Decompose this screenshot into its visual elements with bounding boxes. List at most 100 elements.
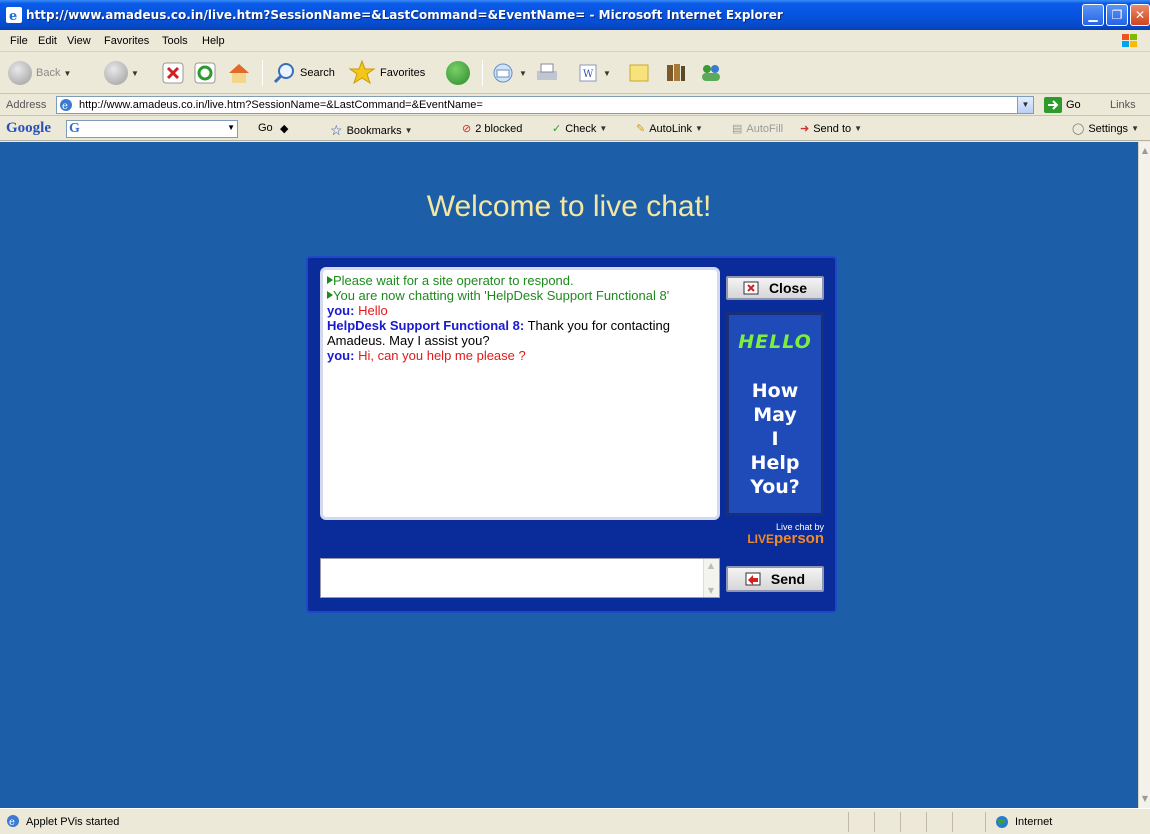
- chat-transcript[interactable]: Please wait for a site operator to respo…: [320, 267, 720, 520]
- edit-word-button[interactable]: W ▼: [578, 57, 611, 89]
- page-content: Welcome to live chat! Please wait for a …: [0, 142, 1138, 808]
- hello-banner: HELLO How May I Help You?: [726, 312, 824, 516]
- google-toolbar: Google G ▼ Go ◆ ☆ Bookmarks ▼ ⊘ 2 blocked ✓…: [0, 117, 1150, 141]
- go-button[interactable]: Go: [1044, 97, 1081, 113]
- google-g-icon: G: [69, 121, 80, 136]
- maximize-button[interactable]: ❐: [1106, 4, 1128, 26]
- home-button[interactable]: [226, 57, 252, 89]
- close-chat-button[interactable]: Close: [726, 276, 824, 300]
- printer-icon: [537, 63, 557, 80]
- chevron-down-icon: ▼: [599, 124, 608, 133]
- autofill-icon: ▤: [732, 123, 743, 135]
- page-title: Welcome to live chat!: [426, 190, 712, 223]
- chevron-down-icon: ▼: [404, 126, 413, 135]
- search-icon: [273, 63, 294, 84]
- close-window-button[interactable]: ✕: [1130, 4, 1150, 26]
- note-icon: [629, 64, 649, 82]
- chevron-down-icon: ▼: [63, 68, 72, 78]
- links-button[interactable]: Links: [1110, 99, 1136, 111]
- mail-button[interactable]: ▼: [490, 57, 527, 89]
- menu-file[interactable]: File: [10, 35, 28, 47]
- minimize-button[interactable]: ▁: [1082, 4, 1104, 26]
- menu-favorites[interactable]: Favorites: [104, 35, 149, 47]
- list-item: Please wait for a site operator to respo…: [327, 273, 713, 288]
- menu-help[interactable]: Help: [202, 35, 225, 47]
- scroll-down-icon: ▼: [707, 586, 715, 595]
- chevron-down-icon: ▼: [603, 68, 611, 78]
- ie-icon: e: [6, 7, 22, 23]
- list-item: you: Hello: [327, 303, 388, 318]
- address-input[interactable]: e http://www.amadeus.co.in/live.htm?Sess…: [56, 96, 1034, 114]
- word-icon: W: [579, 64, 597, 82]
- ie-page-icon: e: [60, 99, 72, 112]
- ie-page-icon: e: [7, 815, 19, 828]
- print-button[interactable]: [534, 57, 560, 89]
- back-button[interactable]: Back ▼: [8, 57, 71, 89]
- menu-bar: File Edit View Favorites Tools Help: [0, 30, 1150, 52]
- scroll-down-icon[interactable]: ▼: [1139, 792, 1150, 806]
- menu-tools[interactable]: Tools: [162, 35, 188, 47]
- search-button[interactable]: Search: [272, 57, 335, 89]
- send-button[interactable]: Send: [726, 566, 824, 592]
- autofill-button[interactable]: ▤ AutoFill: [732, 122, 783, 136]
- stop-button[interactable]: [162, 57, 184, 89]
- chevron-down-icon[interactable]: ▼: [227, 123, 235, 132]
- svg-text:e: e: [9, 817, 15, 828]
- spell-check-button[interactable]: ✓ Check ▼: [552, 122, 608, 136]
- send-to-icon: ➜: [800, 123, 810, 135]
- chevron-down-icon[interactable]: ▼: [1017, 97, 1033, 113]
- svg-text:W: W: [583, 69, 594, 80]
- window-title: http://www.amadeus.co.in/live.htm?Sessio…: [26, 8, 783, 22]
- chevron-down-icon: ▼: [695, 124, 703, 133]
- svg-text:e: e: [62, 101, 68, 112]
- mail-icon: [493, 63, 513, 83]
- history-button[interactable]: [446, 57, 470, 89]
- favorites-button[interactable]: Favorites: [348, 57, 425, 89]
- refresh-button[interactable]: [194, 57, 216, 89]
- send-to-button[interactable]: ➜ Send to ▼: [800, 122, 862, 136]
- liveperson-logo[interactable]: Live chat by LIVEperson: [718, 522, 824, 546]
- messenger-button[interactable]: [698, 57, 724, 89]
- globe-icon: [996, 816, 1008, 828]
- google-go-button[interactable]: Go: [258, 122, 273, 134]
- chat-window: Please wait for a site operator to respo…: [306, 256, 837, 613]
- menu-view[interactable]: View: [67, 35, 91, 47]
- settings-button[interactable]: ◯ Settings ▼: [1072, 122, 1139, 136]
- close-icon: ✕: [1134, 8, 1146, 22]
- google-search-input[interactable]: G ▼: [66, 120, 238, 138]
- messenger-icon: [702, 65, 720, 81]
- send-icon: [745, 572, 761, 586]
- note-button[interactable]: [628, 57, 650, 89]
- popup-blocker-button[interactable]: ⊘ 2 blocked: [462, 122, 522, 136]
- research-button[interactable]: [664, 57, 688, 89]
- bookmarks-button[interactable]: ☆ Bookmarks ▼: [330, 122, 413, 139]
- star-outline-icon: ☆: [330, 122, 343, 138]
- wand-icon: ✎: [636, 123, 646, 135]
- page-scrollbar[interactable]: ▲ ▼: [1138, 142, 1150, 808]
- back-arrow-icon: [8, 61, 32, 85]
- refresh-icon: [194, 62, 216, 84]
- chat-message-input[interactable]: ▲ ▼: [320, 558, 720, 598]
- list-item: you: Hi, can you help me please ?: [327, 348, 526, 363]
- autolink-button[interactable]: ✎ AutoLink ▼: [636, 122, 703, 136]
- list-item: HelpDesk Support Functional 8: Thank you…: [327, 318, 670, 348]
- hello-text: HELLO: [738, 331, 812, 353]
- forward-button[interactable]: ▼: [104, 57, 139, 89]
- google-news-icon[interactable]: ◆: [280, 122, 288, 135]
- window-title-bar[interactable]: e http://www.amadeus.co.in/live.htm?Sess…: [0, 0, 1150, 30]
- windows-flag-icon: [1122, 34, 1137, 47]
- chevron-down-icon: ▼: [519, 68, 527, 78]
- input-scrollbar[interactable]: ▲ ▼: [703, 559, 719, 597]
- google-logo[interactable]: Google: [6, 120, 51, 137]
- scroll-up-icon[interactable]: ▲: [1139, 144, 1150, 158]
- star-icon: [348, 59, 376, 85]
- forward-arrow-icon: [104, 61, 128, 85]
- stop-icon: [162, 62, 184, 84]
- standard-toolbar: Back ▼ ▼ Search Favorites ▼ W ▼: [0, 52, 1150, 94]
- svg-text:e: e: [9, 9, 17, 23]
- minimize-icon: ▁: [1088, 8, 1098, 22]
- address-label: Address: [6, 99, 47, 111]
- menu-edit[interactable]: Edit: [38, 35, 57, 47]
- home-icon: [229, 64, 249, 83]
- history-icon: [446, 61, 470, 85]
